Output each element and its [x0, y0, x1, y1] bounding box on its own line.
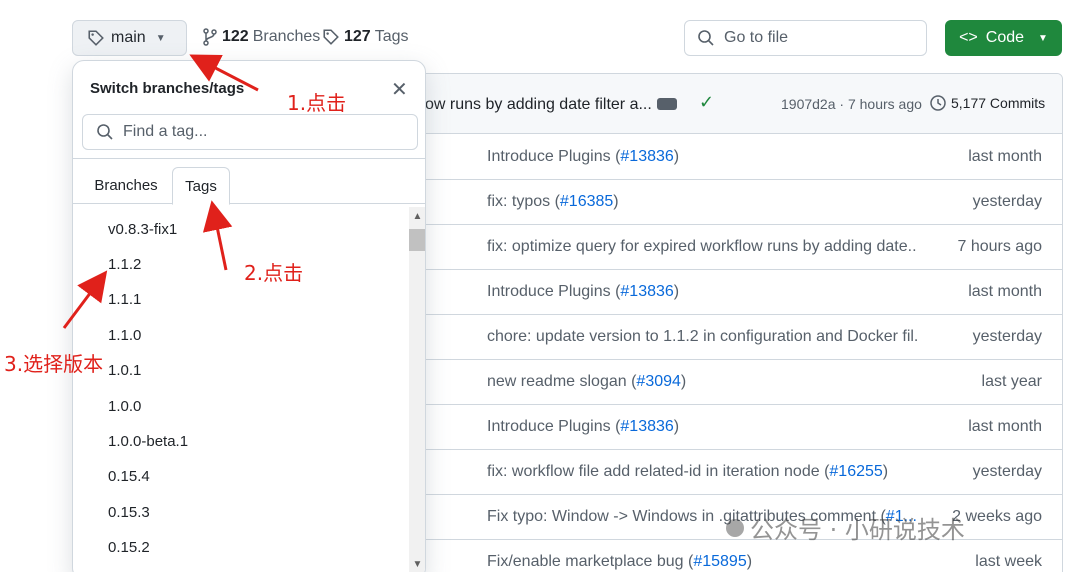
tag-item[interactable]: 1.1.0: [108, 327, 141, 344]
commit-message[interactable]: chore: update version to 1.1.2 in config…: [487, 328, 917, 346]
commit-time: last year: [981, 373, 1042, 390]
tags-link[interactable]: 127 Tags: [322, 28, 409, 46]
scroll-thumb[interactable]: [409, 229, 425, 251]
annotation-step3: 3.选择版本: [4, 352, 104, 376]
commit-time: yesterday: [972, 193, 1042, 210]
scrollbar[interactable]: ▲ ▼: [409, 207, 425, 572]
tag-item[interactable]: 0.15.2: [108, 539, 150, 556]
commit-message[interactable]: fix: optimize query for expired workflow…: [487, 238, 917, 256]
tag-item[interactable]: 0.15.4: [108, 468, 150, 485]
annotation-step2: 2.点击: [244, 261, 304, 285]
git-branch-icon: [203, 28, 217, 46]
table-row: Introduce Plugins (#13836) last month: [411, 135, 1062, 180]
commit-message[interactable]: Introduce Plugins (#13836): [487, 148, 679, 166]
chevron-down-icon: ▼: [1038, 32, 1048, 44]
scroll-down-icon[interactable]: ▼: [409, 559, 425, 570]
chevron-down-icon: ▼: [155, 32, 166, 44]
code-label: Code: [985, 29, 1025, 46]
table-row: fix: optimize query for expired workflow…: [411, 225, 1062, 270]
table-row: fix: typos (#16385) yesterday: [411, 180, 1062, 225]
commit-message[interactable]: new readme slogan (#3094): [487, 373, 686, 391]
history-icon: [930, 95, 946, 111]
branches-label: Branches: [252, 28, 321, 45]
commit-message[interactable]: Introduce Plugins (#13836): [487, 418, 679, 436]
panel-tabs: Branches Tags: [73, 167, 425, 205]
tab-tags[interactable]: Tags: [172, 167, 230, 205]
code-icon: <>: [959, 29, 978, 46]
commit-time: last month: [968, 283, 1042, 300]
divider: [73, 158, 425, 159]
watermark-text: 公众号 · 小研说技术: [750, 516, 965, 544]
search-icon: [97, 124, 113, 140]
tag-item[interactable]: 1.0.1: [108, 362, 141, 379]
commit-time: 2 weeks ago: [952, 508, 1042, 525]
tag-item[interactable]: v0.8.3-fix1: [108, 221, 177, 238]
commit-message[interactable]: Introduce Plugins (#13836): [487, 283, 679, 301]
close-icon[interactable]: ✕: [391, 77, 408, 102]
wechat-icon: [726, 518, 744, 537]
tags-count: 127: [344, 28, 371, 45]
go-to-file-input[interactable]: Go to file: [684, 20, 927, 56]
check-icon: ✓: [699, 92, 715, 112]
latest-commit-message[interactable]: ow runs by adding date filter a...: [425, 96, 652, 114]
latest-commit-header: ow runs by adding date filter a... ✓ 190…: [411, 74, 1062, 134]
search-icon: [698, 30, 714, 46]
commits-count: 5,177 Commits: [951, 95, 1046, 111]
table-row: fix: workflow file add related-id in ite…: [411, 450, 1062, 495]
find-tag-placeholder: Find a tag...: [123, 123, 208, 140]
annotation-step1: 1.点击: [287, 91, 347, 115]
branch-select-button[interactable]: main ▼: [72, 20, 187, 56]
commit-time: last month: [968, 148, 1042, 165]
commit-message[interactable]: fix: typos (#16385): [487, 193, 619, 211]
table-row: new readme slogan (#3094) last year: [411, 360, 1062, 405]
file-table: ow runs by adding date filter a... ✓ 190…: [410, 73, 1063, 572]
go-to-file-placeholder: Go to file: [724, 29, 789, 46]
watermark: 公众号 · 小研说技术: [726, 510, 965, 545]
commit-time: last month: [968, 418, 1042, 435]
scroll-up-icon[interactable]: ▲: [409, 211, 425, 222]
commit-time: yesterday: [972, 328, 1042, 345]
tag-item[interactable]: 1.0.0: [108, 398, 141, 415]
find-tag-input[interactable]: Find a tag...: [82, 114, 418, 150]
commit-message[interactable]: Fix/enable marketplace bug (#15895): [487, 553, 752, 571]
branches-count: 122: [222, 28, 249, 45]
tag-item[interactable]: 1.0.0-beta.1: [108, 433, 188, 450]
commit-time: yesterday: [972, 463, 1042, 480]
table-row: Introduce Plugins (#13836) last month: [411, 270, 1062, 315]
branches-link[interactable]: 122 Branches: [202, 28, 320, 46]
table-row: Introduce Plugins (#13836) last month: [411, 405, 1062, 450]
table-row: chore: update version to 1.1.2 in config…: [411, 315, 1062, 360]
panel-title: Switch branches/tags: [90, 80, 245, 97]
tag-item[interactable]: 0.15.3: [108, 504, 150, 521]
tag-item[interactable]: 1.1.2: [108, 256, 141, 273]
tag-item[interactable]: 1.1.1: [108, 291, 141, 308]
commit-message[interactable]: fix: workflow file add related-id in ite…: [487, 463, 888, 481]
tags-label: Tags: [374, 28, 409, 45]
tag-icon: [88, 30, 104, 46]
commits-link[interactable]: 5,177 Commits: [929, 94, 1045, 112]
branch-label: main: [111, 29, 146, 46]
commit-sha-time[interactable]: 1907d2a · 7 hours ago: [781, 96, 922, 112]
code-button[interactable]: <> Code ▼: [945, 20, 1062, 56]
tag-icon: [323, 29, 339, 45]
switch-branches-tags-panel: Switch branches/tags ✕ Find a tag... Bra…: [72, 60, 426, 572]
ellipsis-icon[interactable]: [657, 98, 677, 110]
tab-branches[interactable]: Branches: [82, 167, 170, 204]
commit-time: 7 hours ago: [957, 238, 1042, 255]
commit-time: last week: [975, 553, 1042, 570]
